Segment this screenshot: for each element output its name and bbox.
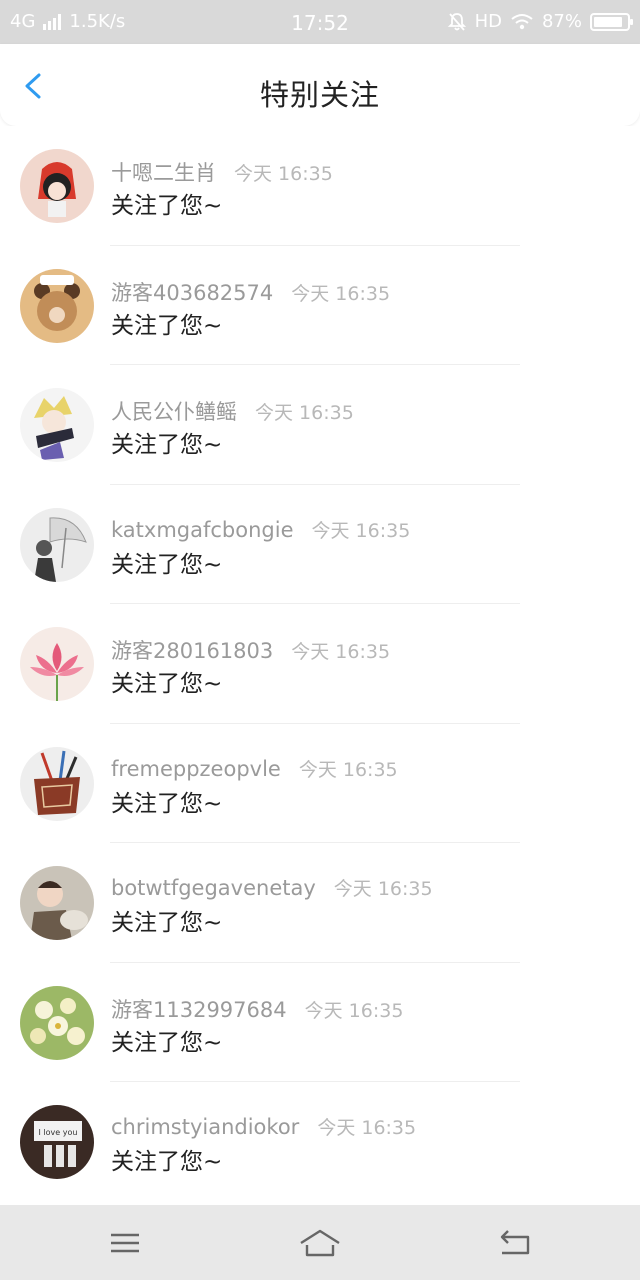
avatar[interactable] (20, 388, 94, 462)
avatar[interactable]: I love you (20, 1105, 94, 1179)
timestamp: 今天 16:35 (317, 1117, 417, 1139)
list-item[interactable]: fremeppzeopvle 今天 16:35 关注了您~ (0, 723, 640, 843)
username[interactable]: katxmgafcbongie (111, 518, 294, 542)
timestamp: 今天 16:35 (298, 758, 398, 781)
header-bar: 特别关注 (0, 44, 640, 126)
name-line: botwtfgegavenetay 今天 16:35 (111, 874, 433, 901)
message: 关注了您~ (111, 671, 223, 697)
battery-icon (590, 12, 633, 31)
username[interactable]: 游客280161803 (111, 635, 273, 665)
list-item[interactable]: 游客1132997684 今天 16:35 关注了您~ (0, 962, 640, 1082)
avatar[interactable] (20, 268, 94, 343)
follow-list: 十嗯二生肖 今天 16:35 关注了您~ 游客403682574 今天 16:3… (0, 126, 640, 1202)
timestamp: 今天 16:35 (234, 163, 333, 185)
timestamp: 今天 16:35 (311, 519, 411, 542)
timestamp: 今天 16:35 (291, 641, 391, 663)
back-icon[interactable] (498, 1225, 534, 1261)
list-item[interactable]: 游客280161803 今天 16:35 关注了您~ (0, 604, 640, 724)
username[interactable]: 游客403682574 (111, 277, 273, 307)
avatar[interactable] (20, 627, 94, 701)
home-icon[interactable] (298, 1225, 342, 1261)
status-right: HD 87% (447, 11, 633, 32)
name-line: 游客1132997684 今天 16:35 (111, 994, 403, 1024)
username[interactable]: 游客1132997684 (111, 994, 287, 1024)
name-line: fremeppzeopvle 今天 16:35 (111, 755, 398, 782)
name-line: chrimstyiandiokor 今天 16:35 (111, 1113, 416, 1140)
name-line: 人民公仆鳝鳐 今天 16:35 (111, 396, 354, 426)
avatar[interactable] (20, 985, 94, 1060)
avatar-text: I love you (39, 1128, 78, 1137)
menu-icon[interactable] (107, 1225, 143, 1261)
message: 关注了您~ (111, 790, 223, 817)
timestamp: 今天 16:35 (291, 282, 391, 305)
timestamp: 今天 16:35 (255, 402, 354, 424)
timestamp: 今天 16:35 (304, 999, 404, 1022)
hd-label: HD (474, 11, 502, 32)
list-item[interactable]: botwtfgegavenetay 今天 16:35 关注了您~ (0, 843, 640, 963)
message: 关注了您~ (111, 1029, 223, 1056)
list-item[interactable]: 人民公仆鳝鳐 今天 16:35 关注了您~ (0, 365, 640, 485)
username[interactable]: 十嗯二生肖 (111, 157, 216, 187)
name-line: 游客403682574 今天 16:35 (111, 277, 390, 307)
username[interactable]: chrimstyiandiokor (111, 1115, 299, 1139)
avatar[interactable] (20, 866, 94, 940)
battery-fill (594, 16, 622, 27)
list-item[interactable]: katxmgafcbongie 今天 16:35 关注了您~ (0, 484, 640, 604)
message: 关注了您~ (111, 910, 223, 936)
username[interactable]: 人民公仆鳝鳐 (111, 396, 237, 426)
message: 关注了您~ (111, 193, 223, 219)
message: 关注了您~ (111, 432, 223, 458)
wifi-icon (511, 13, 533, 29)
list-item[interactable]: I love you chrimstyiandiokor 今天 16:35 关注… (0, 1082, 640, 1202)
message: 关注了您~ (111, 551, 223, 578)
name-line: katxmgafcbongie 今天 16:35 (111, 516, 410, 543)
message: 关注了您~ (111, 312, 223, 339)
name-line: 游客280161803 今天 16:35 (111, 635, 390, 665)
battery-percent: 87% (541, 11, 582, 32)
name-line: 十嗯二生肖 今天 16:35 (111, 157, 333, 187)
username[interactable]: fremeppzeopvle (111, 757, 281, 781)
avatar[interactable] (20, 746, 94, 821)
page-title: 特别关注 (259, 78, 380, 112)
avatar[interactable] (20, 507, 94, 582)
timestamp: 今天 16:35 (333, 878, 433, 900)
system-nav-bar (0, 1205, 640, 1280)
list-item[interactable]: 游客403682574 今天 16:35 关注了您~ (0, 245, 640, 365)
message: 关注了您~ (111, 1149, 223, 1175)
mute-bell-icon (447, 12, 466, 31)
status-bar: 4G 1.5K/s 17:52 HD 87% (0, 0, 640, 44)
list-item[interactable]: 十嗯二生肖 今天 16:35 关注了您~ (0, 126, 640, 246)
avatar[interactable] (20, 149, 94, 223)
username[interactable]: botwtfgegavenetay (111, 876, 316, 900)
